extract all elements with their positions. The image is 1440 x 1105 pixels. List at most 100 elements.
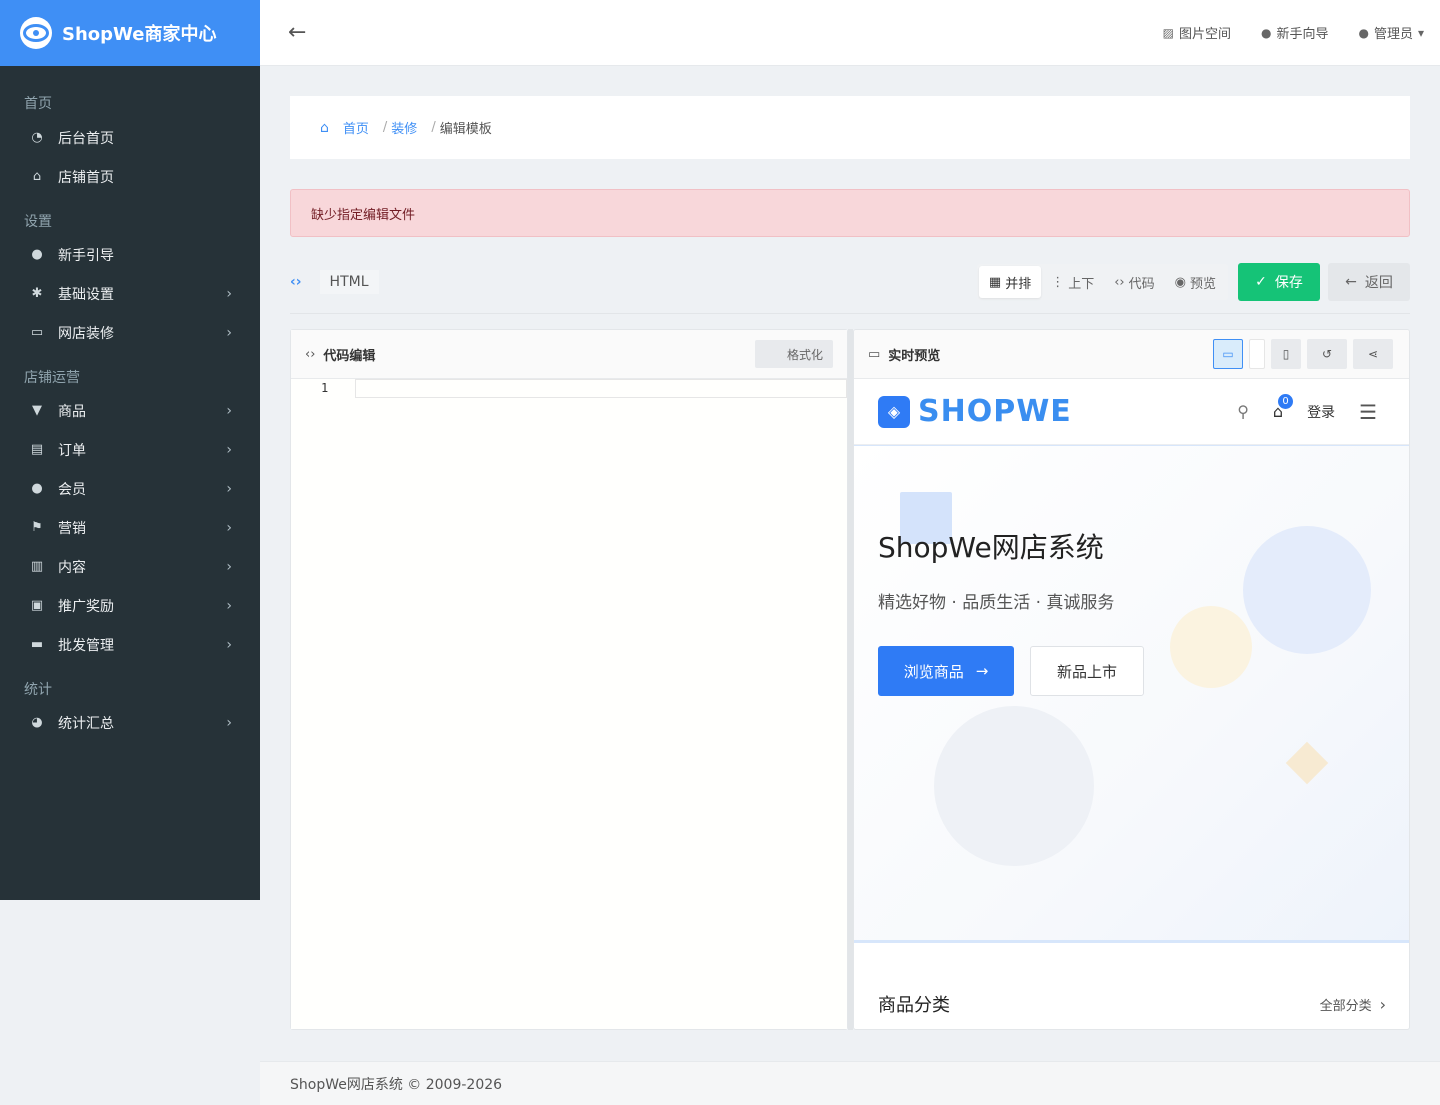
preview-title: ▭ 实时预览 (868, 345, 940, 364)
nav-section-title: 设置 (24, 214, 52, 230)
format-button[interactable]: 格式化 (754, 340, 833, 368)
sidebar-item-shop-home[interactable]: ⌂ 店铺首页 (0, 157, 260, 196)
cart-count-badge: 0 (1278, 394, 1294, 409)
mobile-view-button[interactable]: ▯ (1271, 339, 1301, 369)
error-alert: 缺少指定编辑文件 (290, 189, 1410, 237)
code-area[interactable]: 1 (291, 379, 847, 1029)
columns-icon: ▦ (988, 274, 1002, 290)
sidebar-item-statistics[interactable]: ◕ 统计汇总 › (0, 703, 260, 742)
briefcase-icon: ▬ (30, 637, 44, 652)
sidebar-item-guide[interactable]: ● 新手引导 (0, 235, 260, 274)
brand[interactable]: ShopWe商家中心 (0, 0, 260, 66)
cart-button[interactable]: ⌂ 0 (1273, 394, 1294, 421)
site-header: ◈ SHOPWE ⚲ ⌂ 0 登录 ☰ (854, 379, 1409, 445)
chevron-right-icon: › (1379, 994, 1386, 1014)
home-icon: ⌂ (32, 169, 42, 184)
chevron-right-icon: › (226, 324, 232, 341)
user-icon: ● (31, 481, 43, 496)
toolbar-actions: ▦ 并排 ⋮ 上下 ‹› 代码 ◉ 预览 ✓ 保存 ← 返回 (976, 263, 1410, 301)
sidebar-item-orders[interactable]: ▤ 订单 › (0, 430, 260, 469)
sidebar-item-dashboard[interactable]: ◔ 后台首页 (0, 118, 260, 157)
arrow-left-icon: ← (1345, 274, 1357, 290)
pie-chart-icon: ◕ (31, 715, 43, 730)
breadcrumb-decorate[interactable]: 装修 (391, 118, 417, 137)
share-button[interactable]: ⋖ (1353, 339, 1393, 369)
sidebar-item-content[interactable]: ▥ 内容 › (0, 547, 260, 586)
sidebar-item-wholesale[interactable]: ▬ 批发管理 › (0, 625, 260, 664)
menu-icon[interactable]: ☰ (1359, 400, 1377, 424)
layout-side-button[interactable]: ▦ 并排 (978, 266, 1042, 298)
sidebar: ShopWe商家中心 首页 ◔ 后台首页 ⌂ 店铺首页 设置 ● 新手引导 ✱ … (0, 0, 260, 900)
map-marker-icon: ● (31, 247, 43, 262)
sidebar-item-basic-settings[interactable]: ✱ 基础设置 › (0, 274, 260, 313)
sidebar-item-members[interactable]: ● 会员 › (0, 469, 260, 508)
list-icon: ▤ (30, 442, 44, 457)
sidebar-item-promotion[interactable]: ▣ 推广奖励 › (0, 586, 260, 625)
hero-banner: ShopWe网店系统 精选好物 · 品质生活 · 真诚服务 浏览商品 → 新品上… (854, 446, 1409, 940)
chevron-right-icon: › (226, 441, 232, 458)
editor-header: ‹› 代码编辑 格式化 (291, 330, 847, 379)
guide-link[interactable]: ● 新手向导 (1261, 23, 1329, 43)
search-icon[interactable]: ⚲ (1237, 402, 1249, 421)
site-header-actions: ⚲ ⌂ 0 登录 ☰ (1237, 394, 1409, 424)
gear-icon: ✱ (31, 286, 43, 301)
new-arrivals-button[interactable]: 新品上市 (1030, 646, 1144, 696)
divider (290, 313, 1410, 314)
chevron-right-icon: › (226, 402, 232, 419)
clipboard-icon: ▣ (30, 598, 44, 613)
tablet-view-button[interactable] (1249, 339, 1265, 369)
login-link[interactable]: 登录 (1307, 402, 1335, 422)
arrow-right-icon: → (975, 662, 989, 680)
cube-logo-icon: ◈ (878, 395, 910, 428)
layout-preview-button[interactable]: ◉ 预览 (1165, 266, 1226, 298)
file-type-label: HTML (319, 270, 379, 294)
sidebar-item-goods[interactable]: ▼ 商品 › (0, 391, 260, 430)
refresh-icon: ↺ (1321, 347, 1333, 361)
user-icon: ● (1358, 25, 1369, 40)
sidebar-item-label: 店铺首页 (58, 169, 114, 186)
share-icon: ⋖ (1367, 347, 1379, 361)
dashboard-icon: ◔ (31, 130, 43, 145)
refresh-button[interactable]: ↺ (1307, 339, 1347, 369)
chevron-right-icon: › (226, 519, 232, 536)
editor-title-label: 代码编辑 (323, 348, 376, 364)
decor-circle (1243, 526, 1371, 654)
user-menu[interactable]: ● 管理员 ▾ (1358, 23, 1424, 43)
active-line[interactable] (355, 379, 847, 398)
check-icon: ✓ (1255, 274, 1267, 290)
sidebar-item-label: 批发管理 (58, 637, 114, 654)
copyright: ShopWe网店系统 © 2009-2026 (290, 1076, 503, 1093)
cart-icon: ▼ (32, 403, 42, 418)
sidebar-item-decorate[interactable]: ▭ 网店装修 › (0, 313, 260, 352)
sidebar-item-label: 营销 (58, 520, 86, 537)
save-label: 保存 (1274, 275, 1303, 291)
breadcrumb-home[interactable]: 首页 (343, 118, 369, 137)
layout-side-label: 并排 (1005, 276, 1032, 292)
mobile-icon: ▯ (1282, 347, 1290, 361)
image-space-link[interactable]: ▨ 图片空间 (1163, 23, 1231, 43)
decor-circle (1170, 606, 1252, 688)
site-logo-text[interactable]: SHOPWE (918, 394, 1072, 429)
hero-subtitle: 精选好物 · 品质生活 · 真诚服务 (878, 593, 1115, 613)
sidebar-item-label: 推广奖励 (58, 598, 114, 615)
browse-goods-button[interactable]: 浏览商品 → (878, 646, 1014, 696)
layout-stack-label: 上下 (1068, 276, 1095, 292)
sidebar-item-marketing[interactable]: ⚑ 营销 › (0, 508, 260, 547)
code-icon: ‹› (1114, 274, 1125, 290)
back-button[interactable]: ← 返回 (1328, 263, 1410, 301)
layout-stack-button[interactable]: ⋮ 上下 (1041, 266, 1104, 298)
back-arrow-icon[interactable]: ← (288, 20, 306, 45)
desktop-view-button[interactable]: ▭ (1213, 339, 1243, 369)
chevron-right-icon: › (226, 480, 232, 497)
all-categories-label: 全部分类 (1319, 998, 1372, 1014)
alert-message: 缺少指定编辑文件 (311, 207, 416, 223)
sidebar-item-label: 会员 (58, 481, 86, 498)
monitor-icon: ▭ (868, 346, 881, 362)
all-categories-link[interactable]: 全部分类 › (1320, 995, 1386, 1014)
sidebar-item-label: 网店装修 (58, 325, 114, 342)
layout-code-button[interactable]: ‹› 代码 (1104, 266, 1164, 298)
code-icon: ‹› (305, 346, 316, 362)
nav-section-title: 店铺运营 (24, 370, 80, 386)
save-button[interactable]: ✓ 保存 (1238, 263, 1320, 301)
caret-down-icon: ▾ (1417, 25, 1424, 40)
